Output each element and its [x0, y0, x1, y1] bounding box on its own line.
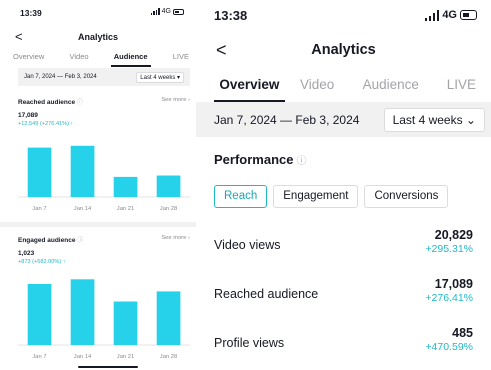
metric-value: 17,089 — [434, 277, 473, 291]
chart-tick-label: Jan 21 — [117, 354, 134, 360]
card-delta: +873 (+582.00%) ↑ — [18, 259, 66, 265]
range-select[interactable]: Last 4 weeks ▾ — [136, 71, 184, 83]
see-more-link[interactable]: See more › — [161, 235, 190, 241]
metric-row-profile-views[interactable]: Profile views 485 +470.59% — [214, 326, 473, 362]
app-header: < Analytics — [0, 30, 196, 46]
info-icon[interactable]: ⓘ — [77, 100, 83, 106]
battery-icon — [173, 8, 184, 15]
chart-bar[interactable] — [113, 176, 138, 197]
reached-audience-bar-chart: Jan 7 Jan 14 Jan 21 Jan 28 — [18, 145, 190, 212]
card-value: 17,089 — [18, 112, 38, 119]
chart-bar[interactable] — [27, 147, 52, 197]
page-title: Analytics — [77, 32, 119, 42]
date-range-label: Jan 7, 2024 — Feb 3, 2024 — [24, 74, 97, 80]
metric-change: +470.59% — [425, 341, 473, 353]
metric-row-video-views[interactable]: Video views 20,829 +295.31% — [214, 228, 473, 264]
metric-chip-group: Reach Engagement Conversions — [214, 185, 449, 208]
right-phone-screen: 13:38 4G < Analytics Overview Video Audi… — [196, 0, 491, 370]
chart-bar[interactable] — [70, 145, 95, 197]
signal-icon — [150, 8, 160, 15]
home-indicator — [78, 366, 138, 368]
range-select[interactable]: Last 4 weeks ⌄ — [383, 107, 485, 132]
metric-label: Reached audience — [214, 287, 319, 301]
tab-live[interactable]: LIVE — [170, 51, 192, 67]
tab-overview[interactable]: Overview — [10, 51, 47, 67]
card-title: Reached audience ⓘ — [18, 99, 83, 106]
chart-bar[interactable] — [70, 279, 95, 345]
network-label: 4G — [161, 8, 171, 15]
left-phone-screen: 13:39 4G < Analytics Overview Video Audi… — [0, 0, 196, 370]
card-delta: +12,549 (+276.41%) ↑ — [18, 121, 74, 127]
status-bar: 13:38 4G — [214, 8, 477, 24]
metric-change: +295.31% — [425, 243, 473, 255]
engaged-audience-bar-chart: Jan 7 Jan 14 Jan 21 Jan 28 — [18, 279, 190, 360]
status-time: 13:39 — [20, 8, 42, 18]
section-divider — [0, 222, 196, 227]
tab-video[interactable]: Video — [66, 51, 91, 67]
metric-label: Profile views — [214, 336, 285, 350]
chart-tick-label: Jan 14 — [74, 354, 92, 360]
app-header: < Analytics — [196, 40, 491, 62]
chip-reach[interactable]: Reach — [214, 185, 268, 208]
tab-audience[interactable]: Audience — [350, 76, 432, 102]
tab-bar: Overview Video Audience LIVE — [10, 51, 192, 67]
chart-bar[interactable] — [156, 175, 181, 198]
section-title: Performance ⓘ — [214, 152, 307, 167]
metric-label: Video views — [214, 238, 281, 252]
date-range-label: Jan 7, 2024 — Feb 3, 2024 — [214, 112, 360, 127]
status-indicators: 4G — [424, 9, 477, 21]
tab-live[interactable]: LIVE — [432, 76, 491, 102]
chip-conversions[interactable]: Conversions — [364, 185, 449, 208]
info-icon[interactable]: ⓘ — [77, 238, 83, 244]
metric-value: 485 — [452, 326, 473, 340]
chart-bar[interactable] — [113, 301, 138, 346]
see-more-link[interactable]: See more › — [161, 97, 190, 103]
chart-tick-label: Jan 28 — [160, 206, 177, 212]
date-range-bar: Jan 7, 2024 — Feb 3, 2024 Last 4 weeks ▾ — [18, 68, 190, 86]
tab-video[interactable]: Video — [285, 76, 350, 102]
chip-engagement[interactable]: Engagement — [273, 185, 359, 208]
tab-bar: Overview Video Audience LIVE — [214, 76, 491, 102]
metric-change: +276.41% — [425, 292, 473, 304]
chart-bar[interactable] — [156, 291, 181, 345]
chart-tick-label: Jan 21 — [117, 206, 134, 212]
card-value: 1,023 — [18, 250, 35, 257]
tab-overview[interactable]: Overview — [214, 76, 285, 102]
network-label: 4G — [442, 9, 457, 21]
status-indicators: 4G — [150, 8, 184, 15]
info-icon[interactable]: ⓘ — [296, 156, 306, 167]
page-title: Analytics — [311, 42, 376, 58]
chart-tick-label: Jan 28 — [160, 354, 177, 360]
status-time: 13:38 — [214, 8, 248, 23]
date-range-bar: Jan 7, 2024 — Feb 3, 2024 Last 4 weeks ⌄ — [196, 102, 491, 137]
chart-tick-label: Jan 7 — [32, 206, 46, 212]
battery-icon — [460, 10, 477, 20]
tab-audience[interactable]: Audience — [110, 51, 151, 67]
signal-icon — [424, 9, 440, 21]
chart-bar[interactable] — [27, 284, 52, 345]
metric-value: 20,829 — [434, 228, 473, 242]
chart-tick-label: Jan 14 — [74, 206, 92, 212]
reached-audience-card: Reached audience ⓘ See more › 17,089 +12… — [18, 97, 190, 212]
card-title: Engaged audience ⓘ — [18, 237, 84, 244]
chart-tick-label: Jan 7 — [32, 354, 46, 360]
engaged-audience-card: Engaged audience ⓘ See more › 1,023 +873… — [18, 235, 190, 365]
metric-row-reached-audience[interactable]: Reached audience 17,089 +276.41% — [214, 277, 473, 313]
status-bar: 13:39 4G — [20, 8, 184, 20]
